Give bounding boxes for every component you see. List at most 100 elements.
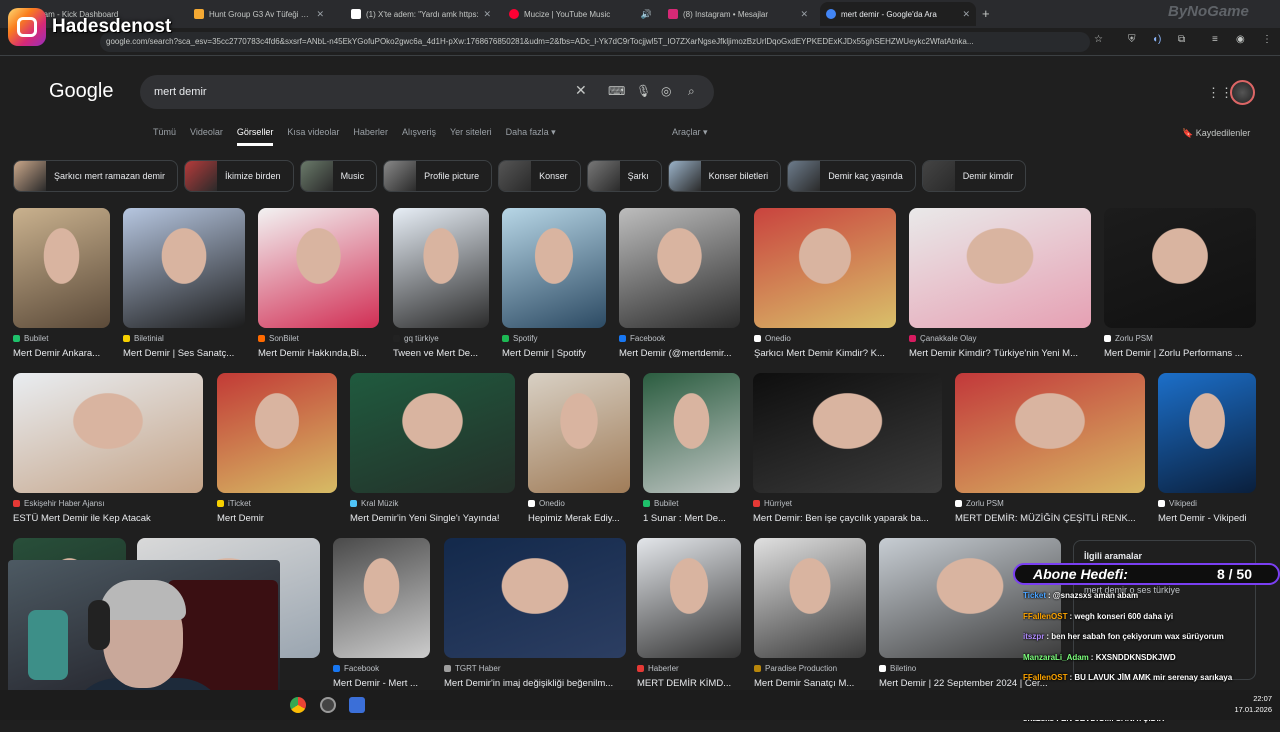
chip-7[interactable]: Demir kaç yaşında xyxy=(787,160,916,192)
chip-4[interactable]: Konser xyxy=(498,160,581,192)
tab-shopping[interactable]: Alışveriş xyxy=(402,127,436,146)
close-icon[interactable]: ✕ xyxy=(962,9,970,20)
result-title[interactable]: Mert Demir | Spotify xyxy=(502,348,606,359)
saved-button[interactable]: 🔖 Kaydedilenler xyxy=(1182,128,1250,139)
result-thumbnail[interactable] xyxy=(1104,208,1256,328)
result-thumbnail[interactable] xyxy=(753,373,942,493)
image-result[interactable]: Kral Müzik Mert Demir'in Yeni Single'ı Ya… xyxy=(350,373,515,524)
result-title[interactable]: MERT DEMİR: MÜZİĞİN ÇEŞİTLİ RENK... xyxy=(955,513,1145,524)
image-result[interactable]: TGRT Haber Mert Demir'in imaj değişikliği… xyxy=(444,538,626,689)
star-icon[interactable]: ☆ xyxy=(1094,34,1103,45)
tab-instagram[interactable]: (8) Instagram • Mesajlar ✕ xyxy=(662,2,814,26)
result-source[interactable]: Spotify xyxy=(502,334,606,343)
image-result[interactable]: Zorlu PSM Mert Demir | Zorlu Performans .… xyxy=(1104,208,1256,359)
tab-google-search[interactable]: mert demir - Google'da Ara ✕ xyxy=(820,2,976,26)
result-thumbnail[interactable] xyxy=(217,373,337,493)
app-icon[interactable] xyxy=(349,697,365,713)
result-thumbnail[interactable] xyxy=(333,538,430,658)
result-title[interactable]: Mert Demir - Mert ... xyxy=(333,678,430,689)
image-result[interactable]: Spotify Mert Demir | Spotify xyxy=(502,208,606,359)
image-result[interactable]: Haberler MERT DEMİR KİMD... xyxy=(637,538,741,689)
image-result[interactable]: Çanakkale Olay Mert Demir Kimdir? Türkiye… xyxy=(909,208,1091,359)
tab-videos[interactable]: Videolar xyxy=(190,127,223,146)
result-source[interactable]: Zorlu PSM xyxy=(1104,334,1256,343)
chip-0[interactable]: Şarkıcı mert ramazan demir xyxy=(13,160,179,192)
more-icon[interactable]: ⋮ xyxy=(1262,34,1272,45)
result-thumbnail[interactable] xyxy=(643,373,740,493)
result-thumbnail[interactable] xyxy=(502,208,606,328)
result-thumbnail[interactable] xyxy=(637,538,741,658)
result-title[interactable]: Mert Demir'in Yeni Single'ı Yayında! xyxy=(350,513,515,524)
result-source[interactable]: Hürriyet xyxy=(753,499,942,508)
image-result[interactable]: Bubilet Mert Demir Ankara... xyxy=(13,208,110,359)
google-logo[interactable]: Google xyxy=(49,80,114,103)
result-thumbnail[interactable] xyxy=(528,373,630,493)
result-thumbnail[interactable] xyxy=(350,373,515,493)
result-thumbnail[interactable] xyxy=(619,208,740,328)
result-thumbnail[interactable] xyxy=(13,208,110,328)
audio-icon[interactable]: ◖) xyxy=(1152,34,1161,45)
tab-youtube-music[interactable]: Mucize | YouTube Music 🔊 xyxy=(503,2,658,26)
tab-news[interactable]: Haberler xyxy=(353,127,388,146)
result-thumbnail[interactable] xyxy=(13,373,203,493)
chip-1[interactable]: İkimize birden xyxy=(184,160,294,192)
chip-6[interactable]: Konser biletleri xyxy=(667,160,782,192)
result-source[interactable]: Biletinial xyxy=(123,334,245,343)
result-source[interactable]: SonBilet xyxy=(258,334,379,343)
chip-5[interactable]: Şarkı xyxy=(586,160,662,192)
image-result[interactable]: gq türkiye Tween ve Mert De... xyxy=(393,208,489,359)
image-result[interactable]: Biletinial Mert Demir | Ses Sanatç... xyxy=(123,208,245,359)
result-source[interactable]: iTicket xyxy=(217,499,337,508)
result-thumbnail[interactable] xyxy=(393,208,489,328)
result-title[interactable]: Mert Demir xyxy=(217,513,337,524)
keyboard-icon[interactable]: ⌨ xyxy=(608,84,625,98)
result-thumbnail[interactable] xyxy=(909,208,1091,328)
result-thumbnail[interactable] xyxy=(1158,373,1256,493)
avatar[interactable] xyxy=(1230,80,1255,105)
result-source[interactable]: Bubilet xyxy=(643,499,740,508)
result-title[interactable]: Mert Demir: Ben işe çaycılık yaparak ba.… xyxy=(753,513,942,524)
result-source[interactable]: Kral Müzik xyxy=(350,499,515,508)
shield-icon[interactable]: ⛨ xyxy=(1128,34,1136,45)
tab-x[interactable]: (1) X'te adem: "Yardı amk https: ✕ xyxy=(345,2,497,26)
image-result[interactable]: Hürriyet Mert Demir: Ben işe çaycılık yap… xyxy=(753,373,942,524)
result-thumbnail[interactable] xyxy=(444,538,626,658)
profile-icon[interactable]: ◉ xyxy=(1236,34,1245,45)
result-title[interactable]: MERT DEMİR KİMD... xyxy=(637,678,741,689)
result-title[interactable]: Mert Demir Sanatçı M... xyxy=(754,678,866,689)
result-source[interactable]: Zorlu PSM xyxy=(955,499,1145,508)
result-thumbnail[interactable] xyxy=(258,208,379,328)
image-result[interactable]: Bubilet 1 Sunar : Mert De... xyxy=(643,373,740,524)
result-title[interactable]: ESTÜ Mert Demir ile Kep Atacak xyxy=(13,513,203,524)
image-result[interactable]: Zorlu PSM MERT DEMİR: MÜZİĞİN ÇEŞİTLİ REN… xyxy=(955,373,1145,524)
result-thumbnail[interactable] xyxy=(754,538,866,658)
tab-more[interactable]: Daha fazla ▾ xyxy=(506,127,556,146)
audio-icon[interactable]: 🔊 xyxy=(641,9,652,20)
result-source[interactable]: Facebook xyxy=(619,334,740,343)
result-title[interactable]: Hepimiz Merak Ediy... xyxy=(528,513,630,524)
result-source[interactable]: Bubilet xyxy=(13,334,110,343)
result-source[interactable]: Haberler xyxy=(637,664,741,673)
menu-icon[interactable]: ≡ xyxy=(1212,34,1218,45)
result-source[interactable]: Onedio xyxy=(528,499,630,508)
image-result[interactable]: Facebook Mert Demir (@mertdemir... xyxy=(619,208,740,359)
result-title[interactable]: Mert Demir - Vikipedi xyxy=(1158,513,1256,524)
result-source[interactable]: Eskişehir Haber Ajansı xyxy=(13,499,203,508)
image-result[interactable]: Eskişehir Haber Ajansı ESTÜ Mert Demir il… xyxy=(13,373,203,524)
image-result[interactable]: Facebook Mert Demir - Mert ... xyxy=(333,538,430,689)
new-tab-button[interactable]: + xyxy=(982,6,990,21)
result-title[interactable]: Tween ve Mert De... xyxy=(393,348,489,359)
tab-short-videos[interactable]: Kısa videolar xyxy=(287,127,339,146)
image-result[interactable]: SonBilet Mert Demir Hakkında,Bi... xyxy=(258,208,379,359)
result-thumbnail[interactable] xyxy=(955,373,1145,493)
chrome-icon[interactable] xyxy=(290,697,306,713)
result-source[interactable]: gq türkiye xyxy=(393,334,489,343)
obs-icon[interactable] xyxy=(320,697,336,713)
image-result[interactable]: iTicket Mert Demir xyxy=(217,373,337,524)
lens-icon[interactable]: ◎ xyxy=(661,84,671,98)
mic-icon[interactable]: 🎙 xyxy=(636,84,651,98)
url-field[interactable]: google.com/search?sca_esv=35cc2770783c4f… xyxy=(100,32,1090,52)
extension-icon[interactable]: ⧉ xyxy=(1178,34,1185,45)
close-icon[interactable]: ✕ xyxy=(483,9,491,20)
clear-icon[interactable]: ✕ xyxy=(575,82,587,99)
